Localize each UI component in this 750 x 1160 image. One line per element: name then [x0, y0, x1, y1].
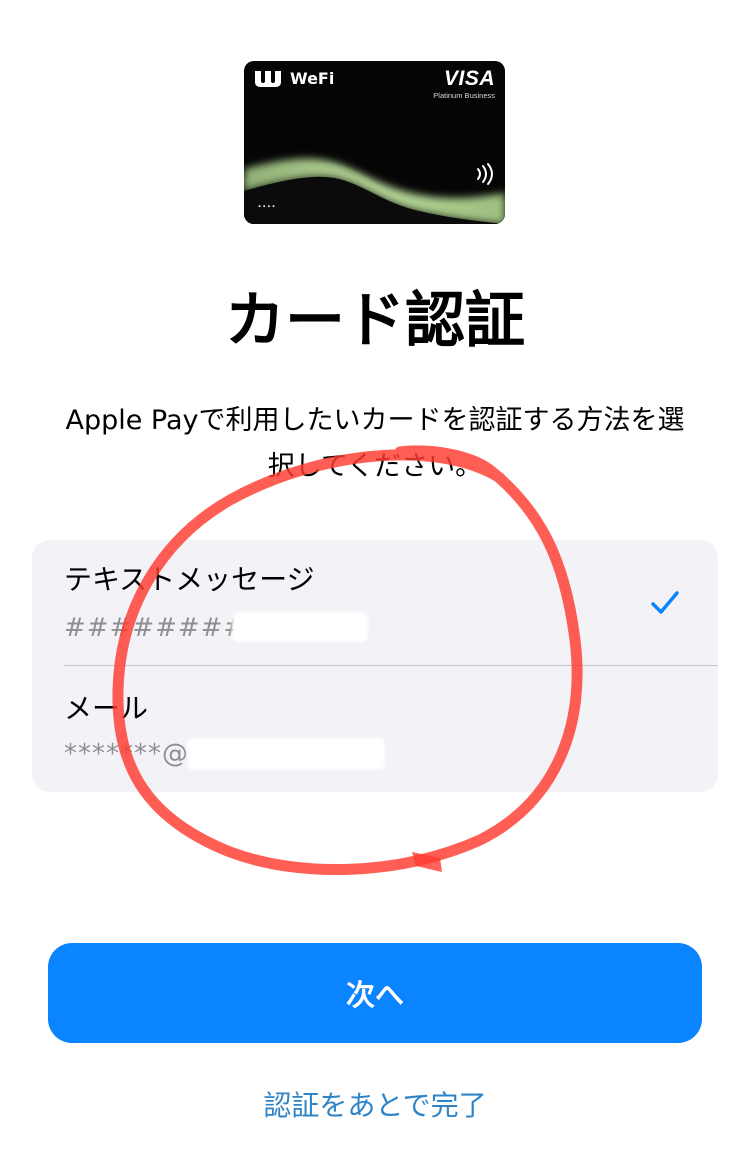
card-number-masked: ···· — [258, 201, 277, 213]
redacted-phone-number — [232, 612, 368, 642]
complete-verification-later-link[interactable]: 認証をあとで完了 — [0, 1086, 750, 1126]
card-image: WeFi VISA Platinum Business ···· — [244, 61, 505, 224]
option-label: テキストメッセージ — [64, 563, 315, 596]
visa-logo: VISA — [443, 67, 495, 90]
verification-method-list: テキストメッセージ ########## メール *******@ — [32, 540, 718, 792]
page-description: Apple Payで利用したいカードを認証する方法を選択してください。 — [65, 405, 685, 482]
card-brand-name: WeFi — [290, 69, 335, 88]
option-label: メール — [64, 692, 149, 725]
option-email[interactable]: メール *******@ — [32, 666, 718, 792]
page-title: カード認証 — [225, 286, 525, 356]
card-logo: WeFi — [254, 69, 334, 88]
option-text-message[interactable]: テキストメッセージ ########## — [32, 540, 718, 666]
contactless-icon — [477, 163, 493, 185]
option-detail: *******@ — [64, 739, 189, 769]
redacted-email-address — [187, 738, 385, 770]
next-button[interactable]: 次へ — [48, 943, 702, 1043]
checkmark-icon — [651, 591, 679, 614]
card-tier-label: Platinum Business — [433, 91, 495, 100]
wefi-logo-icon — [255, 70, 281, 87]
